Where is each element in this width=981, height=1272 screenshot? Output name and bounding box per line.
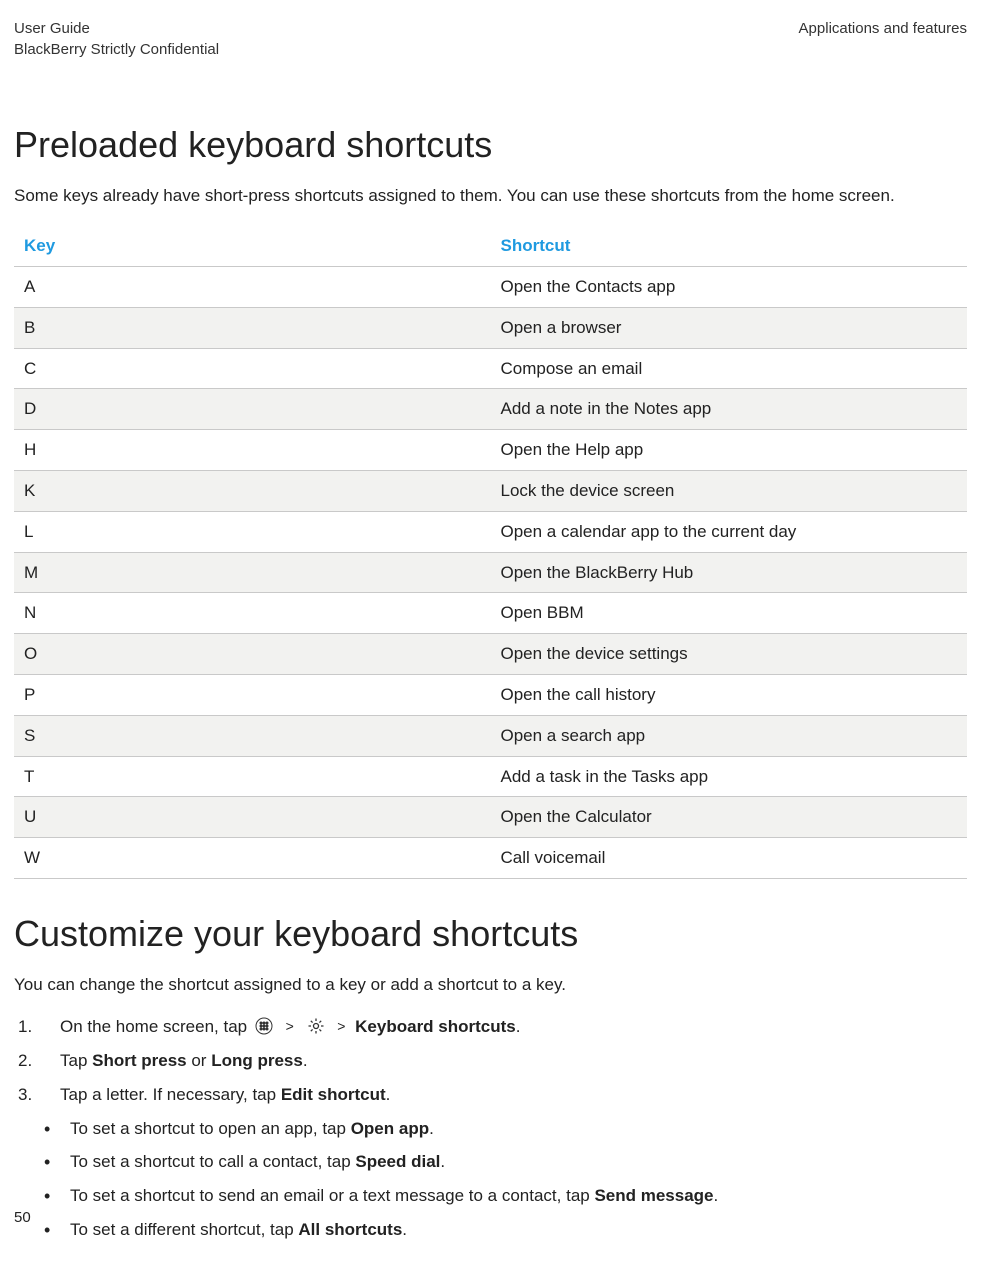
steps-list: On the home screen, tap > > Key bbox=[14, 1015, 967, 1106]
section1-title: Preloaded keyboard shortcuts bbox=[14, 120, 967, 170]
step1-suffix: . bbox=[516, 1017, 521, 1036]
step2-short-bold: Short press bbox=[92, 1051, 186, 1070]
cell-shortcut: Call voicemail bbox=[491, 838, 968, 879]
table-row: OOpen the device settings bbox=[14, 634, 967, 675]
table-row: SOpen a search app bbox=[14, 715, 967, 756]
section2-title: Customize your keyboard shortcuts bbox=[14, 909, 967, 959]
list-item: To set a different shortcut, tap All sho… bbox=[34, 1218, 967, 1242]
cell-key: L bbox=[14, 511, 491, 552]
bullet-suffix: . bbox=[402, 1220, 407, 1239]
step1-prefix: On the home screen, tap bbox=[60, 1017, 252, 1036]
bullet-suffix: . bbox=[440, 1152, 445, 1171]
cell-key: A bbox=[14, 266, 491, 307]
chevron-icon: > bbox=[337, 1017, 345, 1037]
cell-shortcut: Add a task in the Tasks app bbox=[491, 756, 968, 797]
step-2: Tap Short press or Long press. bbox=[14, 1049, 967, 1073]
cell-shortcut: Open the Calculator bbox=[491, 797, 968, 838]
step2-or: or bbox=[187, 1051, 212, 1070]
step3-prefix: Tap a letter. If necessary, tap bbox=[60, 1085, 281, 1104]
cell-shortcut: Open the device settings bbox=[491, 634, 968, 675]
shortcuts-table: Key Shortcut AOpen the Contacts appBOpen… bbox=[14, 226, 967, 879]
cell-shortcut: Open the call history bbox=[491, 674, 968, 715]
cell-shortcut: Open BBM bbox=[491, 593, 968, 634]
cell-key: B bbox=[14, 307, 491, 348]
bullet-bold: Speed dial bbox=[355, 1152, 440, 1171]
cell-key: P bbox=[14, 674, 491, 715]
table-row: LOpen a calendar app to the current day bbox=[14, 511, 967, 552]
step-1: On the home screen, tap > > Key bbox=[14, 1015, 967, 1039]
header-right: Applications and features bbox=[799, 18, 967, 60]
bullet-prefix: To set a different shortcut, tap bbox=[70, 1220, 298, 1239]
chevron-icon: > bbox=[286, 1017, 294, 1037]
table-row: BOpen a browser bbox=[14, 307, 967, 348]
col-header-shortcut: Shortcut bbox=[491, 226, 968, 266]
section1-intro: Some keys already have short-press short… bbox=[14, 184, 967, 208]
cell-shortcut: Add a note in the Notes app bbox=[491, 389, 968, 430]
table-row: NOpen BBM bbox=[14, 593, 967, 634]
header-section: Applications and features bbox=[799, 18, 967, 39]
cell-key: H bbox=[14, 430, 491, 471]
sub-bullet-list: To set a shortcut to open an app, tap Op… bbox=[34, 1117, 967, 1242]
cell-key: T bbox=[14, 756, 491, 797]
cell-shortcut: Open the BlackBerry Hub bbox=[491, 552, 968, 593]
bullet-prefix: To set a shortcut to call a contact, tap bbox=[70, 1152, 355, 1171]
table-row: UOpen the Calculator bbox=[14, 797, 967, 838]
bullet-bold: All shortcuts bbox=[298, 1220, 402, 1239]
cell-shortcut: Open the Help app bbox=[491, 430, 968, 471]
cell-key: M bbox=[14, 552, 491, 593]
table-row: DAdd a note in the Notes app bbox=[14, 389, 967, 430]
cell-key: S bbox=[14, 715, 491, 756]
settings-gear-icon bbox=[307, 1017, 325, 1035]
step3-suffix: . bbox=[386, 1085, 391, 1104]
col-header-key: Key bbox=[14, 226, 491, 266]
table-row: CCompose an email bbox=[14, 348, 967, 389]
bullet-bold: Open app bbox=[351, 1119, 429, 1138]
cell-key: K bbox=[14, 470, 491, 511]
list-item: To set a shortcut to send an email or a … bbox=[34, 1184, 967, 1208]
cell-shortcut: Compose an email bbox=[491, 348, 968, 389]
header-title: User Guide bbox=[14, 18, 219, 39]
list-item: To set a shortcut to open an app, tap Op… bbox=[34, 1117, 967, 1141]
page-header: User Guide BlackBerry Strictly Confident… bbox=[14, 18, 967, 60]
bullet-prefix: To set a shortcut to send an email or a … bbox=[70, 1186, 594, 1205]
step3-edit-bold: Edit shortcut bbox=[281, 1085, 386, 1104]
cell-key: N bbox=[14, 593, 491, 634]
section2-intro: You can change the shortcut assigned to … bbox=[14, 973, 967, 997]
step-3: Tap a letter. If necessary, tap Edit sho… bbox=[14, 1083, 967, 1107]
cell-key: U bbox=[14, 797, 491, 838]
bullet-suffix: . bbox=[429, 1119, 434, 1138]
bullet-prefix: To set a shortcut to open an app, tap bbox=[70, 1119, 351, 1138]
bullet-suffix: . bbox=[714, 1186, 719, 1205]
cell-key: W bbox=[14, 838, 491, 879]
step2-long-bold: Long press bbox=[211, 1051, 303, 1070]
table-row: TAdd a task in the Tasks app bbox=[14, 756, 967, 797]
table-row: AOpen the Contacts app bbox=[14, 266, 967, 307]
table-row: HOpen the Help app bbox=[14, 430, 967, 471]
table-row: WCall voicemail bbox=[14, 838, 967, 879]
cell-key: O bbox=[14, 634, 491, 675]
cell-key: C bbox=[14, 348, 491, 389]
list-item: To set a shortcut to call a contact, tap… bbox=[34, 1150, 967, 1174]
step2-suffix: . bbox=[303, 1051, 308, 1070]
step1-kb-bold: Keyboard shortcuts bbox=[355, 1017, 516, 1036]
bullet-bold: Send message bbox=[594, 1186, 713, 1205]
table-row: KLock the device screen bbox=[14, 470, 967, 511]
header-left: User Guide BlackBerry Strictly Confident… bbox=[14, 18, 219, 60]
cell-shortcut: Open a calendar app to the current day bbox=[491, 511, 968, 552]
header-confidential: BlackBerry Strictly Confidential bbox=[14, 39, 219, 60]
cell-shortcut: Lock the device screen bbox=[491, 470, 968, 511]
apps-grid-icon bbox=[255, 1017, 273, 1035]
step2-prefix: Tap bbox=[60, 1051, 92, 1070]
cell-shortcut: Open a browser bbox=[491, 307, 968, 348]
table-row: MOpen the BlackBerry Hub bbox=[14, 552, 967, 593]
page-number: 50 bbox=[14, 1207, 31, 1228]
cell-key: D bbox=[14, 389, 491, 430]
table-row: POpen the call history bbox=[14, 674, 967, 715]
cell-shortcut: Open the Contacts app bbox=[491, 266, 968, 307]
cell-shortcut: Open a search app bbox=[491, 715, 968, 756]
